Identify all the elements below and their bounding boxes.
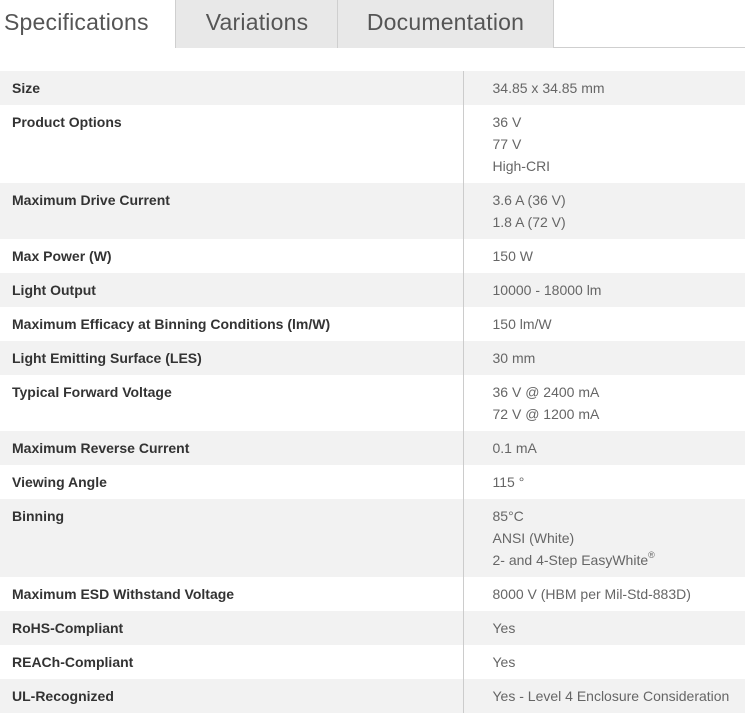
- spec-value-line: 10000 - 18000 lm: [492, 282, 602, 298]
- spec-row-rohs: RoHS-Compliant Yes: [0, 611, 745, 645]
- spec-value-line: High-CRI: [492, 158, 551, 174]
- spec-label: RoHS-Compliant: [0, 611, 464, 645]
- spec-row-viewing-angle: Viewing Angle 115 °: [0, 465, 745, 499]
- spec-value-line: 2- and 4-Step EasyWhite®: [493, 549, 745, 571]
- spec-value-line: 150 W: [492, 248, 533, 264]
- spec-label: Product Options: [0, 105, 464, 183]
- spec-label: Maximum ESD Withstand Voltage: [0, 577, 464, 611]
- spec-label: Size: [0, 71, 464, 105]
- spec-value: 36 V 77 V High-CRI: [463, 105, 745, 183]
- spec-row-max-efficacy: Maximum Efficacy at Binning Conditions (…: [0, 307, 745, 341]
- tab-bar: Specifications Variations Documentation: [0, 0, 745, 49]
- spec-value: 150 W: [463, 239, 745, 273]
- spec-value-line: 85°C: [492, 508, 524, 524]
- spec-label: Typical Forward Voltage: [0, 375, 464, 431]
- spec-label: Binning: [0, 499, 464, 577]
- spec-value-line: 3.6 A (36 V): [492, 192, 566, 208]
- spec-label: Maximum Efficacy at Binning Conditions (…: [0, 307, 464, 341]
- spec-value: 150 lm/W: [463, 307, 745, 341]
- tab-specifications[interactable]: Specifications: [0, 0, 176, 49]
- spec-value: Yes: [463, 645, 745, 679]
- spec-value-line: 34.85 x 34.85 mm: [492, 80, 605, 96]
- spec-value-line: 72 V @ 1200 mA: [492, 406, 600, 422]
- spec-row-ul: UL-Recognized Yes - Level 4 Enclosure Co…: [0, 679, 745, 713]
- specifications-table: Size 34.85 x 34.85 mm Product Options 36…: [0, 71, 745, 713]
- spec-label: Maximum Drive Current: [0, 183, 464, 239]
- spec-label: Light Output: [0, 273, 464, 307]
- spec-value-line: Yes: [492, 654, 516, 670]
- spec-row-binning: Binning 85°C ANSI (White) 2- and 4-Step …: [0, 499, 745, 577]
- spec-value-line: 150 lm/W: [492, 316, 552, 332]
- spec-value: Yes - Level 4 Enclosure Consideration: [463, 679, 745, 713]
- spec-value: 30 mm: [463, 341, 745, 375]
- spec-label: UL-Recognized: [0, 679, 464, 713]
- spec-label: Viewing Angle: [0, 465, 464, 499]
- registered-mark: ®: [648, 550, 655, 560]
- spec-label: Max Power (W): [0, 239, 464, 273]
- spec-value-line: 77 V: [492, 136, 522, 152]
- spec-row-forward-voltage: Typical Forward Voltage 36 V @ 2400 mA 7…: [0, 375, 745, 431]
- spec-value-line: 30 mm: [492, 350, 536, 366]
- spec-value-line: 0.1 mA: [492, 440, 537, 456]
- spec-row-max-drive-current: Maximum Drive Current 3.6 A (36 V) 1.8 A…: [0, 183, 745, 239]
- spec-row-les: Light Emitting Surface (LES) 30 mm: [0, 341, 745, 375]
- spec-row-light-output: Light Output 10000 - 18000 lm: [0, 273, 745, 307]
- spec-value-line: 36 V: [492, 114, 522, 130]
- spec-value-line: 1.8 A (72 V): [492, 214, 566, 230]
- spec-label: Maximum Reverse Current: [0, 431, 464, 465]
- spec-value: 85°C ANSI (White) 2- and 4-Step EasyWhit…: [463, 499, 745, 577]
- spec-value: Yes: [463, 611, 745, 645]
- spec-value-line: Yes: [492, 620, 516, 636]
- spec-value: 36 V @ 2400 mA 72 V @ 1200 mA: [463, 375, 745, 431]
- spec-row-max-power: Max Power (W) 150 W: [0, 239, 745, 273]
- spec-row-product-options: Product Options 36 V 77 V High-CRI: [0, 105, 745, 183]
- spec-value: 0.1 mA: [463, 431, 745, 465]
- spec-row-reach: REACh-Compliant Yes: [0, 645, 745, 679]
- spec-row-size: Size 34.85 x 34.85 mm: [0, 71, 745, 105]
- spec-value: 115 °: [463, 465, 745, 499]
- tab-variations[interactable]: Variations: [175, 0, 338, 48]
- spec-value: 8000 V (HBM per Mil-Std-883D): [463, 577, 745, 611]
- spec-label: REACh-Compliant: [0, 645, 464, 679]
- spec-value: 3.6 A (36 V) 1.8 A (72 V): [463, 183, 745, 239]
- spec-value-line: 36 V @ 2400 mA: [492, 384, 600, 400]
- spec-label: Light Emitting Surface (LES): [0, 341, 464, 375]
- spec-row-esd-voltage: Maximum ESD Withstand Voltage 8000 V (HB…: [0, 577, 745, 611]
- spec-row-reverse-current: Maximum Reverse Current 0.1 mA: [0, 431, 745, 465]
- spec-value-line: Yes - Level 4 Enclosure Consideration: [492, 688, 730, 704]
- spec-value-text: 2- and 4-Step EasyWhite: [492, 552, 649, 568]
- spec-value-line: 115 °: [492, 474, 525, 490]
- spec-value: 34.85 x 34.85 mm: [463, 71, 745, 105]
- spec-value-line: ANSI (White): [492, 530, 575, 546]
- spec-value: 10000 - 18000 lm: [463, 273, 745, 307]
- spec-value-line: 8000 V (HBM per Mil-Std-883D): [492, 586, 691, 602]
- tab-documentation[interactable]: Documentation: [337, 0, 554, 48]
